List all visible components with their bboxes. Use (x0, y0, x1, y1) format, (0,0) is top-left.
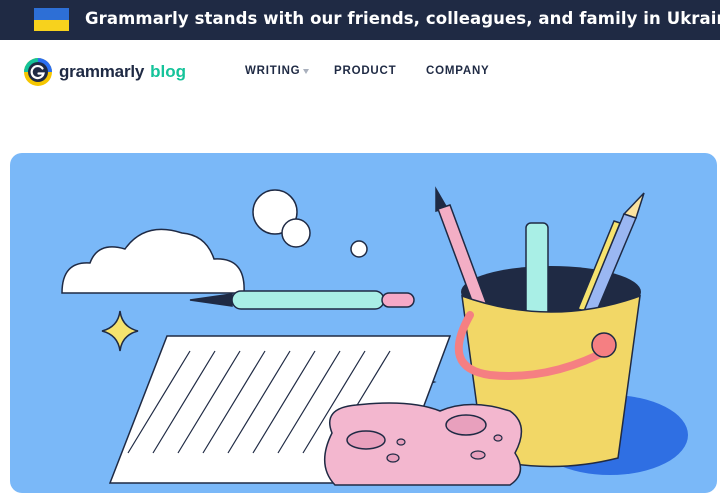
grammarly-blog-logo[interactable]: grammarly blog (24, 58, 186, 86)
writing-supplies-illustration (61, 186, 688, 486)
ukraine-banner[interactable]: Grammarly stands with our friends, colle… (0, 0, 720, 40)
site-header: grammarly blog WRITING PRODUCT COMPANY (0, 40, 720, 104)
grammarly-logo-icon (24, 58, 52, 86)
nav-product[interactable]: PRODUCT (334, 65, 396, 77)
banner-text[interactable]: Grammarly stands with our friends, colle… (85, 9, 720, 28)
bubbles-icon (252, 189, 368, 258)
logo-blog-label: blog (150, 62, 187, 81)
nav-writing[interactable]: WRITING (245, 65, 300, 77)
chevron-down-icon[interactable] (303, 69, 309, 74)
cloud-icon (61, 228, 245, 294)
nav-company[interactable]: COMPANY (426, 65, 490, 77)
logo-wordmark: grammarly (59, 62, 145, 81)
sparkle-icon (101, 310, 139, 352)
hero-image (10, 153, 717, 493)
ukraine-flag-icon (34, 8, 69, 31)
